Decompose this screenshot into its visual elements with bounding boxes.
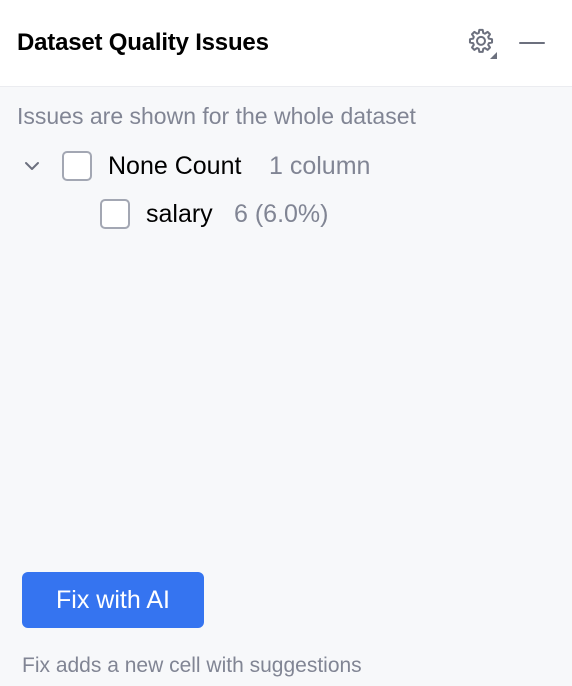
- minimize-icon: [519, 42, 545, 44]
- issue-group-row[interactable]: None Count 1 column: [0, 146, 572, 186]
- issue-group-count: 1 column: [269, 152, 371, 180]
- panel-title: Dataset Quality Issues: [17, 29, 269, 56]
- chevron-down-icon[interactable]: [22, 156, 42, 176]
- gear-icon: [468, 28, 497, 59]
- minimize-button[interactable]: [516, 28, 548, 58]
- fix-note: Fix adds a new cell with suggestions: [22, 654, 362, 677]
- issue-column-row[interactable]: salary 6 (6.0%): [0, 194, 572, 234]
- issue-column-checkbox[interactable]: [100, 199, 130, 229]
- issue-group-checkbox[interactable]: [62, 151, 92, 181]
- scope-note: Issues are shown for the whole dataset: [17, 103, 416, 129]
- settings-button[interactable]: [464, 27, 500, 61]
- fix-with-ai-button[interactable]: Fix with AI: [22, 572, 204, 628]
- panel-header: Dataset Quality Issues: [0, 0, 572, 87]
- issue-column-label: salary: [146, 200, 213, 228]
- issue-column-count: 6 (6.0%): [234, 200, 329, 228]
- issue-group-label: None Count: [108, 152, 242, 180]
